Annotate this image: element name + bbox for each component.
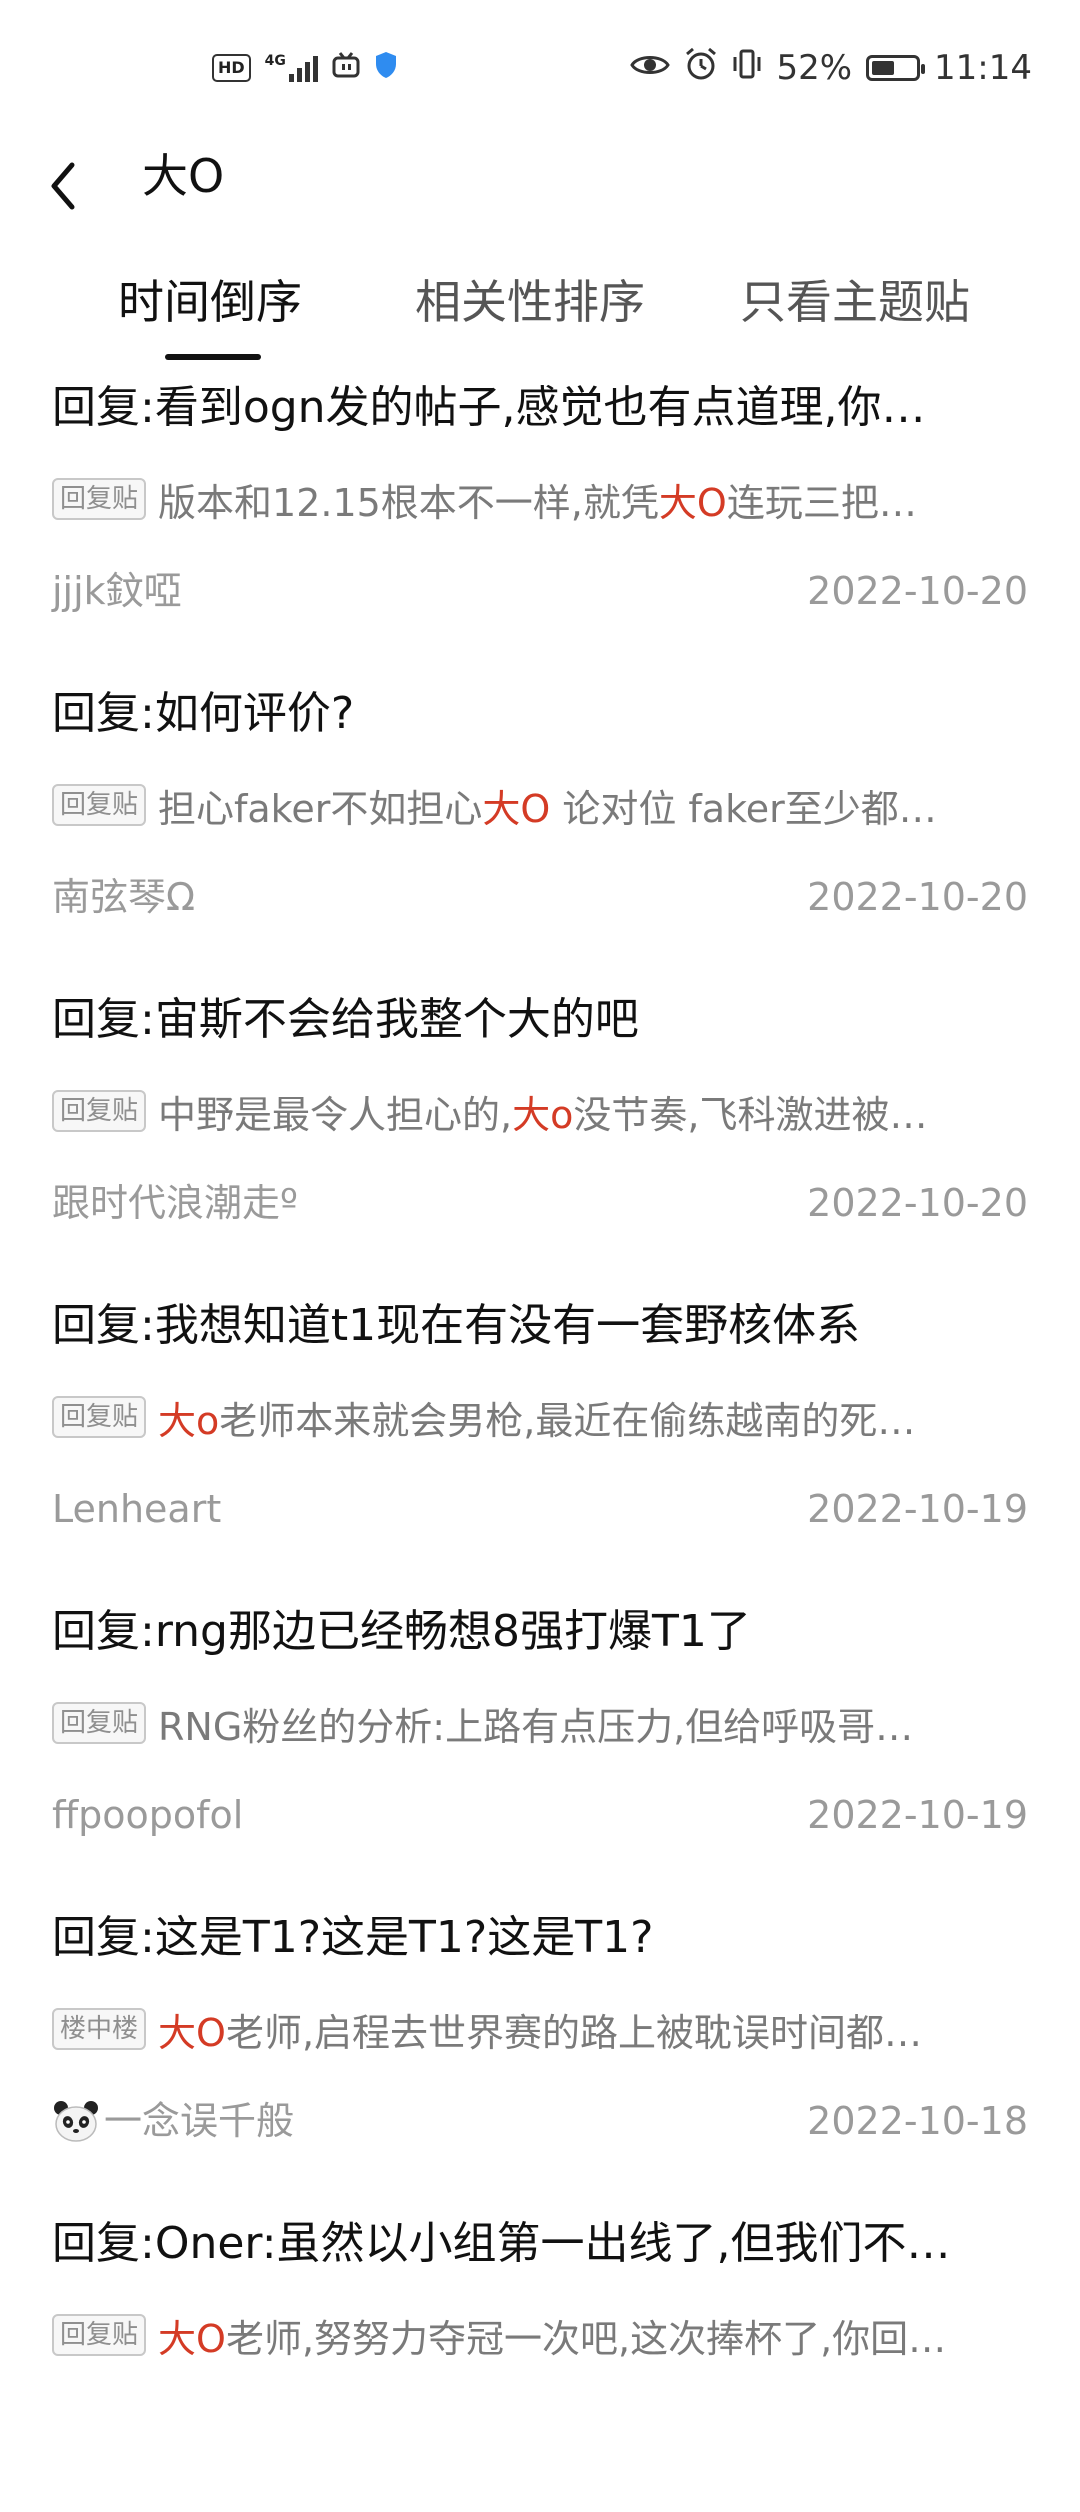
page-title: 大O <box>142 149 225 203</box>
snippet-text: 老师,努努力夺冠一次吧,这次捧杯了,你回… <box>225 2316 947 2361</box>
list-item[interactable]: 回复:我想知道t1现在有没有一套野核体系 回复贴 大o老师本来就会男枪,最近在偷… <box>52 1288 1028 1594</box>
post-title: 回复:我想知道t1现在有没有一套野核体系 <box>52 1300 861 1351</box>
snippet-highlight: 大O <box>482 786 551 831</box>
snippet-text: RNG粉丝的分析:上路有点压力,但给呼吸哥… <box>158 1704 914 1749</box>
post-date: 2022-10-20 <box>807 569 1028 613</box>
post-snippet: RNG粉丝的分析:上路有点压力,但给呼吸哥… <box>158 1698 914 1749</box>
post-title: 回复:看到ogn发的帖子,感觉也有点道理,你… <box>52 382 926 433</box>
list-item[interactable]: 回复:如何评价? 回复贴 担心faker不如担心大O 论对位 faker至少都…… <box>52 676 1028 982</box>
back-chevron-icon[interactable] <box>40 140 100 230</box>
post-tag: 回复贴 <box>52 1396 147 1438</box>
post-title: 回复:这是T1?这是T1?这是T1? <box>52 1912 654 1963</box>
post-snippet: 版本和12.15根本不一样,就凭大O连玩三把… <box>158 474 917 525</box>
snippet-text: 老师,启程去世界赛的路上被耽误时间都… <box>225 2010 923 2055</box>
snippet-highlight: 大O <box>658 480 727 525</box>
post-title: 回复:宙斯不会给我整个大的吧 <box>52 994 639 1045</box>
battery-percent: 52% <box>776 48 853 88</box>
snippet-text: 中野是最令人担心的, <box>158 1092 513 1137</box>
post-tag: 回复贴 <box>52 478 147 520</box>
post-snippet: 大O老师,努努力夺冠一次吧,这次捧杯了,你回… <box>158 2310 947 2361</box>
snippet-highlight: 大O <box>158 2010 226 2055</box>
snippet-highlight: 大o <box>158 1398 220 1443</box>
post-author: 南弦琴Ω <box>52 872 195 922</box>
snippet-text: 论对位 faker至少都… <box>550 786 937 831</box>
post-date: 2022-10-20 <box>807 875 1028 919</box>
post-snippet: 大o老师本来就会男枪,最近在偷练越南的死… <box>158 1392 916 1443</box>
post-snippet-row: 回复贴 版本和12.15根本不一样,就凭大O连玩三把… <box>52 474 1028 524</box>
post-date: 2022-10-20 <box>807 1181 1028 1225</box>
snippet-text: 没节奏,飞科激进被… <box>573 1092 928 1137</box>
network-type: 4G <box>264 53 286 69</box>
post-tag: 回复贴 <box>52 2314 147 2356</box>
author-name: jjjk鈫啞 <box>52 569 182 613</box>
author-name: 一念误千般 <box>104 2099 295 2143</box>
snippet-text: 老师本来就会男枪,最近在偷练越南的死… <box>219 1398 916 1443</box>
list-item[interactable]: 回复:Oner:虽然以小组第一出线了,但我们不… 回复贴 大O老师,努努力夺冠一… <box>52 2206 1028 2512</box>
post-author: jjjk鈫啞 <box>52 566 182 616</box>
tab-relevance[interactable]: 相关性排序 <box>415 262 645 342</box>
post-snippet: 担心faker不如担心大O 论对位 faker至少都… <box>158 780 937 831</box>
snippet-text: 版本和12.15根本不一样,就凭 <box>158 480 659 525</box>
tv-icon <box>332 52 360 84</box>
author-name: 南弦琴Ω <box>52 875 196 919</box>
author-name: ffpoopofol <box>52 1793 244 1837</box>
post-author: ffpoopofol <box>52 1790 243 1840</box>
post-title: 回复:如何评价? <box>52 688 355 739</box>
status-left: HD 4G <box>212 48 398 88</box>
post-snippet: 中野是最令人担心的,大o没节奏,飞科激进被… <box>158 1086 928 1137</box>
list-item[interactable]: 回复:这是T1?这是T1?这是T1? 楼中楼 大O老师,启程去世界赛的路上被耽误… <box>52 1900 1028 2206</box>
eye-icon <box>630 48 671 88</box>
post-author: 跟时代浪潮走º <box>52 1178 298 1228</box>
post-date: 2022-10-19 <box>807 1793 1028 1837</box>
list-item[interactable]: 回复:rng那边已经畅想8强打爆T1了 回复贴 RNG粉丝的分析:上路有点压力,… <box>52 1594 1028 1900</box>
active-tab-indicator <box>165 354 261 360</box>
post-snippet-row: 楼中楼 大O老师,启程去世界赛的路上被耽误时间都… <box>52 2004 1028 2054</box>
post-list: 回复:看到ogn发的帖子,感觉也有点道理,你… 回复贴 版本和12.15根本不一… <box>0 370 1080 2512</box>
author-name: Lenheart <box>52 1487 222 1531</box>
post-title: 回复:Oner:虽然以小组第一出线了,但我们不… <box>52 2218 951 2269</box>
list-item[interactable]: 回复:宙斯不会给我整个大的吧 回复贴 中野是最令人担心的,大o没节奏,飞科激进被… <box>52 982 1028 1288</box>
post-date: 2022-10-18 <box>807 2099 1028 2143</box>
battery-level <box>872 61 895 75</box>
alarm-icon <box>684 47 718 90</box>
shield-icon <box>374 51 398 85</box>
post-date: 2022-10-19 <box>807 1487 1028 1531</box>
post-author: 一念误千般 <box>52 2096 294 2146</box>
list-item[interactable]: 回复:看到ogn发的帖子,感觉也有点道理,你… 回复贴 版本和12.15根本不一… <box>52 370 1028 676</box>
post-snippet-row: 回复贴 RNG粉丝的分析:上路有点压力,但给呼吸哥… <box>52 1698 1028 1748</box>
post-snippet-row: 回复贴 大o老师本来就会男枪,最近在偷练越南的死… <box>52 1392 1028 1442</box>
snippet-highlight: 大O <box>158 2316 226 2361</box>
post-author: Lenheart <box>52 1484 221 1534</box>
author-name: 跟时代浪潮走º <box>52 1181 298 1225</box>
status-right: 52% 11:14 <box>630 44 1032 92</box>
panda-icon <box>52 2099 100 2143</box>
clock-time: 11:14 <box>934 48 1032 88</box>
post-snippet: 大O老师,启程去世界赛的路上被耽误时间都… <box>158 2004 923 2055</box>
post-title: 回复:rng那边已经畅想8强打爆T1了 <box>52 1606 751 1657</box>
post-snippet-row: 回复贴 大O老师,努努力夺冠一次吧,这次捧杯了,你回… <box>52 2310 1028 2360</box>
sort-tabs: 时间倒序 相关性排序 只看主题贴 <box>0 262 1080 362</box>
status-bar: HD 4G 52% 11:14 <box>0 0 1080 135</box>
signal-icon: 4G <box>265 54 318 82</box>
snippet-text: 连玩三把… <box>726 480 917 525</box>
tab-main-posts-only[interactable]: 只看主题贴 <box>740 262 970 342</box>
snippet-highlight: 大o <box>512 1092 574 1137</box>
battery-icon <box>866 55 926 81</box>
post-snippet-row: 回复贴 中野是最令人担心的,大o没节奏,飞科激进被… <box>52 1086 1028 1136</box>
vibrate-icon <box>732 48 762 89</box>
post-tag: 回复贴 <box>52 1702 147 1744</box>
tab-time-desc[interactable]: 时间倒序 <box>118 262 302 342</box>
post-tag: 回复贴 <box>52 1090 147 1132</box>
snippet-text: 担心faker不如担心 <box>158 786 483 831</box>
hd-icon: HD <box>212 54 251 82</box>
post-tag: 回复贴 <box>52 784 147 826</box>
post-tag: 楼中楼 <box>52 2008 147 2050</box>
post-snippet-row: 回复贴 担心faker不如担心大O 论对位 faker至少都… <box>52 780 1028 830</box>
